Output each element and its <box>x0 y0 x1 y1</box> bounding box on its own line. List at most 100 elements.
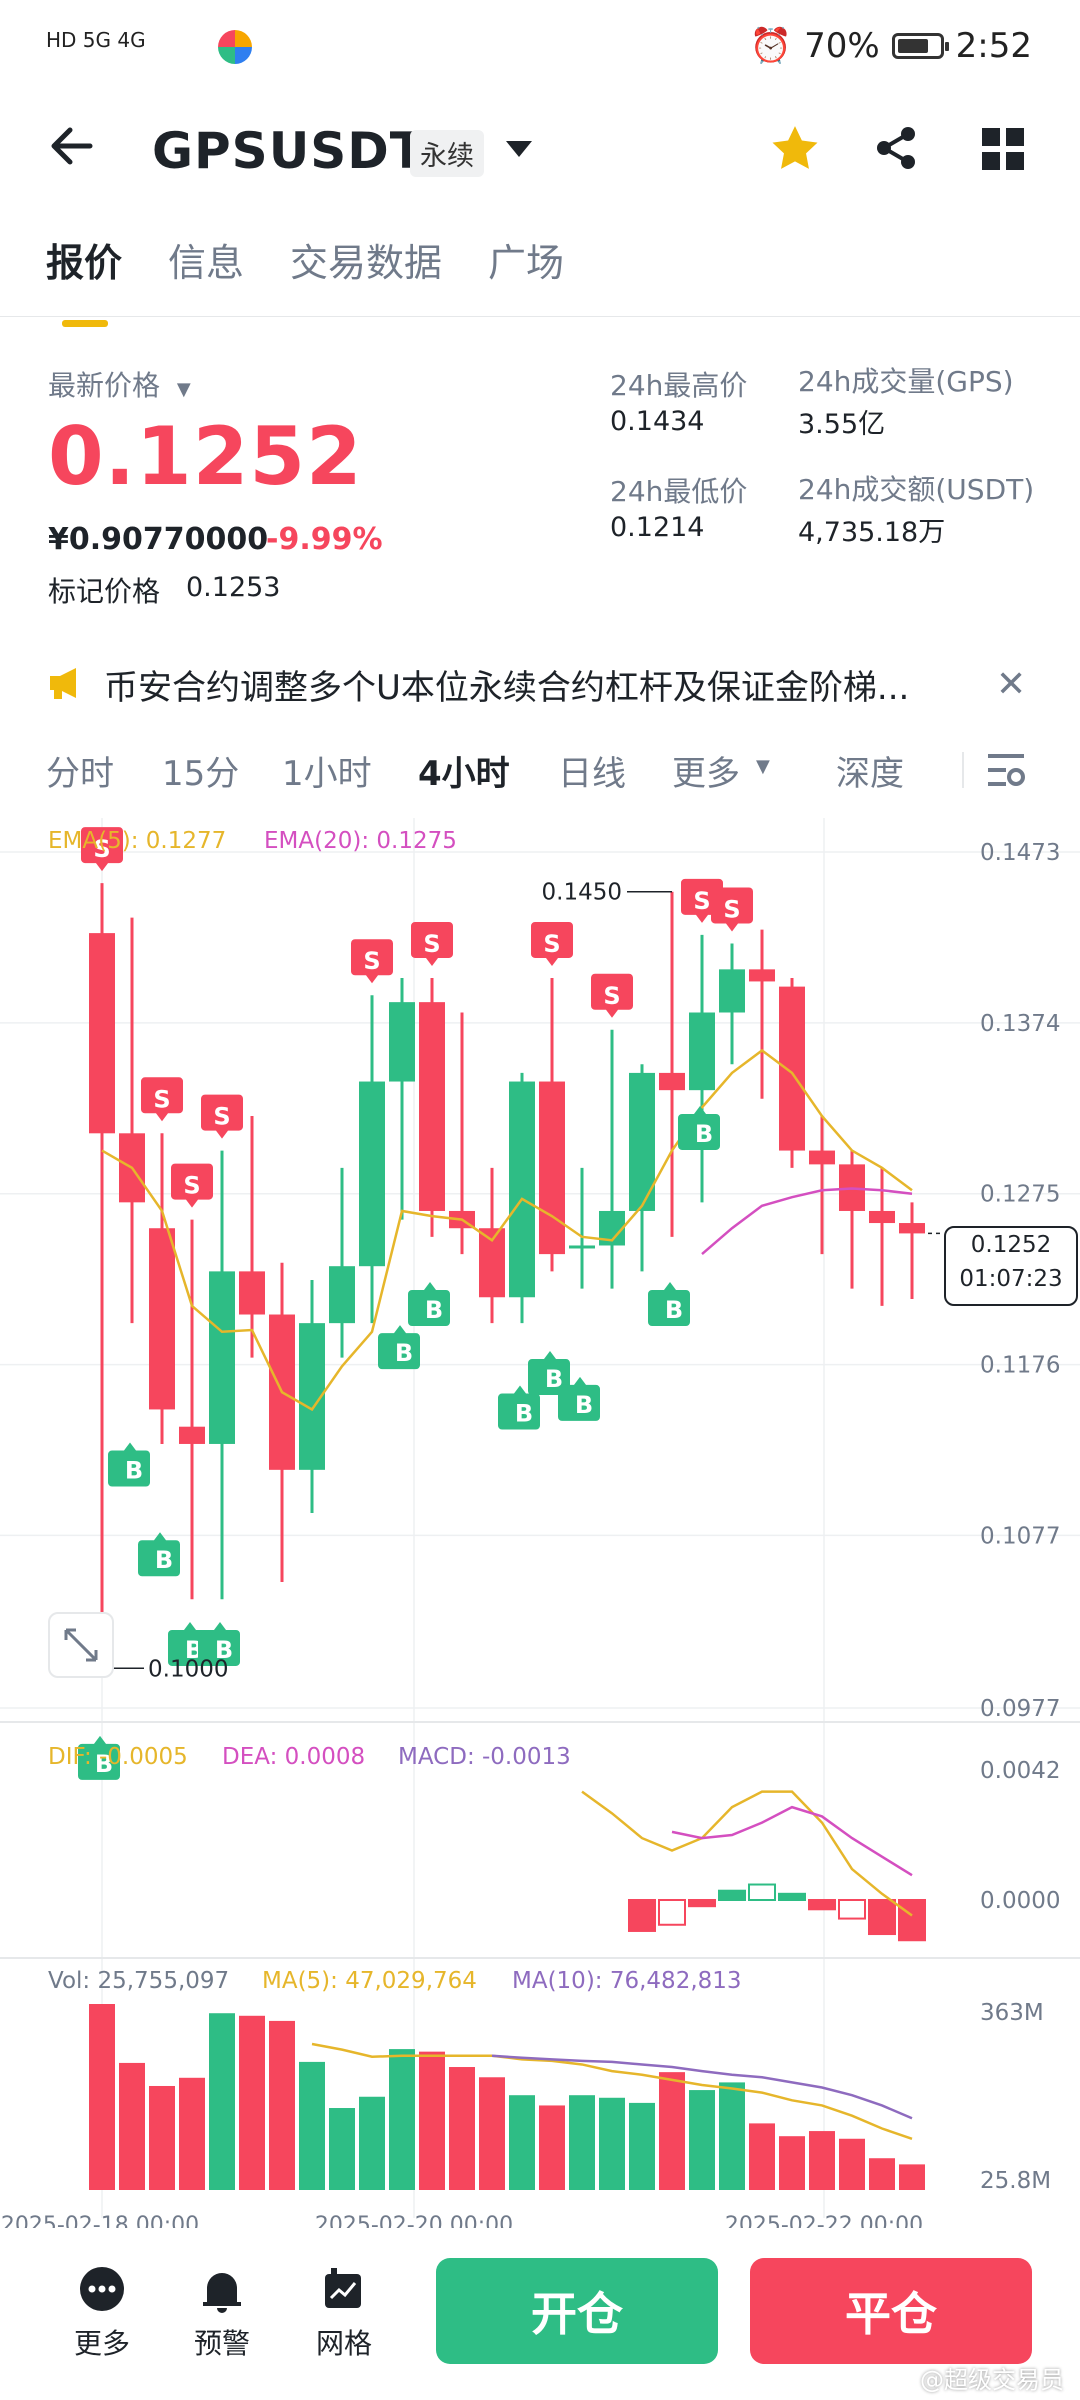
watermark: @超级交易员 <box>920 2366 1064 2394</box>
volume-bar <box>209 2013 235 2190</box>
macd-histogram-bar <box>628 1899 656 1932</box>
buy-marker-label: B <box>575 1391 593 1419</box>
candle-body <box>149 1228 175 1410</box>
dif-label: DIF: -0.0005 <box>48 1744 188 1770</box>
expand-chart-icon[interactable] <box>48 1612 114 1678</box>
more-nav[interactable]: 更多 <box>74 2264 130 2362</box>
battery-icon <box>891 33 949 59</box>
macd-histogram-bar <box>898 1899 926 1942</box>
volume-bar <box>89 2004 115 2190</box>
grid-menu-icon[interactable] <box>982 128 1024 174</box>
grid-nav[interactable]: 网格 <box>316 2264 372 2362</box>
open-position-button[interactable]: 开仓 <box>436 2258 718 2364</box>
macd-histogram-bar <box>808 1899 836 1911</box>
latest-price-label[interactable]: 最新价格 ▼ <box>48 364 191 404</box>
sell-marker-label: S <box>153 1085 170 1113</box>
candle-body <box>779 986 805 1151</box>
interval-depth[interactable]: 深度 <box>836 746 904 795</box>
tab-info[interactable]: 信息 <box>168 232 244 287</box>
candle-body <box>239 1271 265 1315</box>
interval-line[interactable]: 分时 <box>46 746 114 795</box>
kline-chart[interactable]: 0.14730.13740.12750.11760.10770.0977SSSS… <box>0 818 1080 2228</box>
volume-bar <box>329 2108 355 2190</box>
low-marker-label: 0.1000 <box>148 1656 228 1682</box>
latest-price-label-text: 最新价格 <box>48 369 161 402</box>
buy-marker-label: B <box>125 1457 143 1485</box>
vol-ma5-label: MA(5): 47,029,764 <box>262 1968 477 1994</box>
volume-bar <box>449 2067 475 2190</box>
sell-marker-label: S <box>723 895 740 923</box>
interval-more[interactable]: 更多 <box>672 746 740 795</box>
buy-marker-label: B <box>665 1296 683 1324</box>
macd-histogram-bar <box>838 1899 866 1920</box>
ema20-label: EMA(20): 0.1275 <box>264 828 457 854</box>
grid-bot-icon <box>325 2268 361 2308</box>
macd-histogram-bar <box>658 1899 686 1926</box>
volume-bar <box>599 2097 625 2190</box>
notice-text[interactable]: 币安合约调整多个U本位永续合约杠杆及保证金阶梯... <box>104 660 909 709</box>
volume-bar <box>119 2062 145 2190</box>
tab-square[interactable]: 广场 <box>488 232 564 287</box>
sell-marker-label: S <box>603 982 620 1010</box>
macd-axis-label: 0.0042 <box>980 1758 1060 1784</box>
tab-trading-data[interactable]: 交易数据 <box>290 232 442 287</box>
candle-body <box>539 1081 565 1255</box>
back-icon[interactable] <box>46 120 98 172</box>
buy-marker-label: B <box>425 1296 443 1324</box>
vol-usdt-label: 24h成交额(USDT) <box>798 473 1035 506</box>
sell-marker-label: S <box>363 947 380 975</box>
volume-bar <box>659 2072 685 2190</box>
candle-body <box>869 1210 895 1224</box>
mark-price-label: 标记价格 <box>48 575 161 608</box>
volume-bar <box>239 2015 265 2190</box>
price-axis-label: 0.0977 <box>980 1696 1060 1722</box>
interval-15m[interactable]: 15分 <box>162 746 239 795</box>
volume-axis-label: 25.8M <box>980 2168 1051 2194</box>
volume-bar <box>569 2095 595 2190</box>
symbol-title[interactable]: GPSUSDT <box>152 122 425 180</box>
interval-1h[interactable]: 1小时 <box>282 746 372 795</box>
megaphone-icon <box>48 666 88 704</box>
chart-settings-icon[interactable] <box>986 750 1026 794</box>
buy-marker-label: B <box>695 1120 713 1148</box>
macd-label: MACD: -0.0013 <box>398 1744 571 1770</box>
sell-marker-label: S <box>543 930 560 958</box>
macd-axis-label: 0.0000 <box>980 1888 1060 1914</box>
volume-bar <box>839 2138 865 2190</box>
buy-marker-label: B <box>395 1339 413 1367</box>
cny-price: ¥0.90770000 <box>48 522 269 557</box>
sell-marker-label: S <box>423 930 440 958</box>
close-position-button[interactable]: 平仓 <box>750 2258 1032 2364</box>
volume-bar <box>749 2123 775 2190</box>
volume-bar <box>359 2096 385 2190</box>
close-notice-icon[interactable]: ✕ <box>996 664 1026 705</box>
share-icon[interactable] <box>872 124 920 176</box>
dea-label: DEA: 0.0008 <box>222 1744 366 1770</box>
volume-bar <box>389 2049 415 2190</box>
favorite-star-icon[interactable] <box>770 124 820 176</box>
symbol-dropdown-icon[interactable] <box>504 138 534 164</box>
alert-nav[interactable]: 预警 <box>194 2264 250 2362</box>
volume-bar <box>419 2051 445 2190</box>
interval-1d[interactable]: 日线 <box>558 746 626 795</box>
grid-nav-label: 网格 <box>316 2327 373 2360</box>
candle-body <box>179 1426 205 1444</box>
buy-marker-label: B <box>155 1546 173 1574</box>
candle-body <box>89 933 115 1134</box>
volume-bar <box>629 2102 655 2190</box>
candle-body <box>359 1081 385 1267</box>
tab-quote[interactable]: 报价 <box>46 232 122 327</box>
mark-price: 0.1253 <box>186 572 281 603</box>
macd-histogram-bar <box>868 1899 896 1936</box>
volume-bar <box>809 2131 835 2190</box>
current-price-tag: 0.1252 01:07:23 <box>944 1226 1078 1306</box>
price-axis-label: 0.1176 <box>980 1353 1060 1379</box>
candle-body <box>419 1002 445 1211</box>
interval-4h[interactable]: 4小时 <box>418 746 510 795</box>
interval-divider <box>962 752 964 788</box>
time-axis-label: 2025-02-22 00:00 <box>725 2213 923 2228</box>
high-marker-label: 0.1450 <box>542 880 622 906</box>
volume-bar <box>299 2061 325 2190</box>
contract-type-tag: 永续 <box>410 130 484 177</box>
volume-bar <box>479 2077 505 2190</box>
